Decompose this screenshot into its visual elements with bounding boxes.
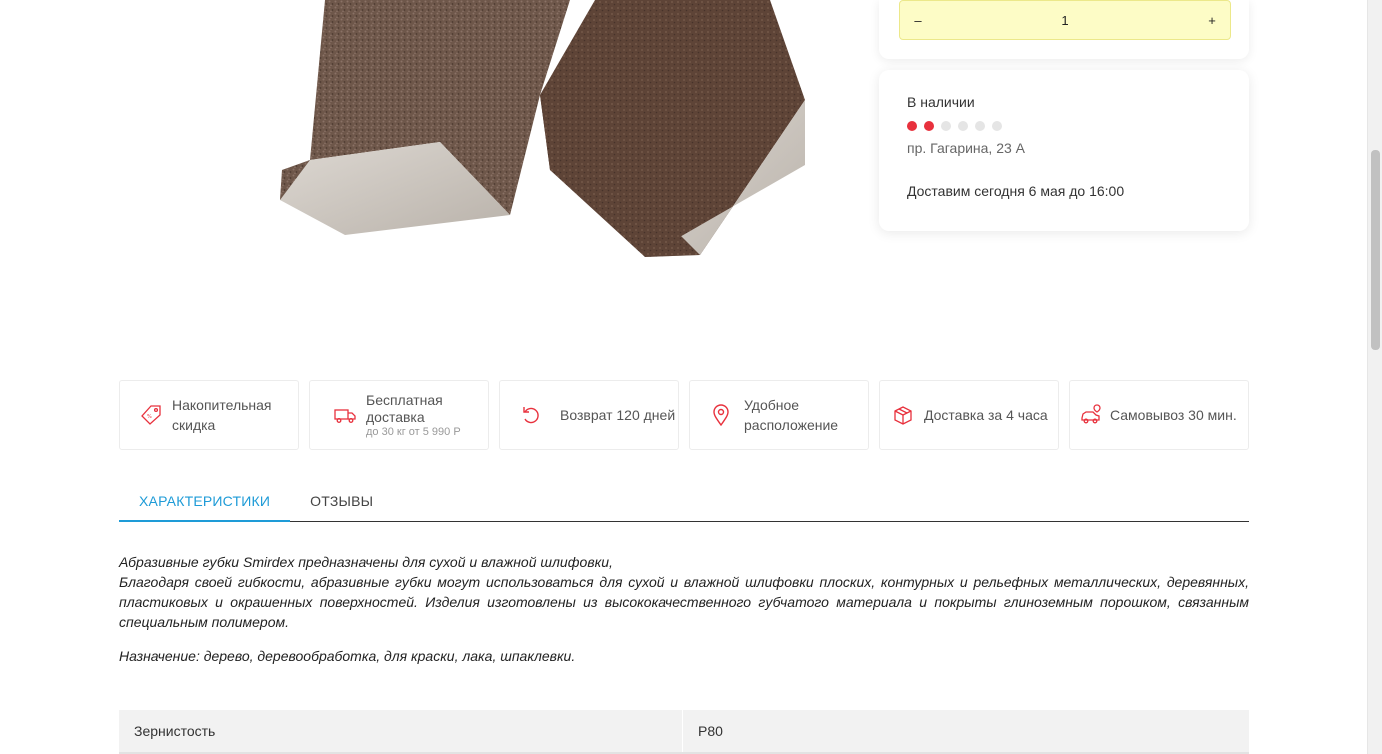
availability-card: В наличии пр. Гагарина, 23 А Доставим се… <box>879 70 1249 231</box>
increase-button[interactable]: + <box>1194 1 1230 39</box>
tab-reviews[interactable]: ОТЗЫВЫ <box>290 482 393 522</box>
feature-label: Удобное расположение <box>744 397 839 433</box>
description-purpose: Назначение: дерево, деревообработка, для… <box>119 648 576 664</box>
feature-return[interactable]: Возврат 120 дней <box>499 380 679 450</box>
stock-dot <box>907 121 917 131</box>
spec-value: P80 <box>698 723 723 739</box>
location-pin-icon <box>710 404 732 426</box>
feature-label: Накопительная скидка <box>172 397 272 433</box>
feature-pickup[interactable]: Самовывоз 30 мин. <box>1069 380 1249 450</box>
svg-text:%: % <box>147 414 152 420</box>
delivery-estimate: Доставим сегодня 6 мая до 16:00 <box>907 183 1125 199</box>
stock-dot <box>958 121 968 131</box>
quantity-value[interactable]: 1 <box>936 13 1194 28</box>
description-intro: Абразивные губки Smirdex предназначены д… <box>119 554 613 570</box>
quantity-stepper[interactable]: – 1 + <box>899 0 1231 40</box>
feature-location[interactable]: Удобное расположение <box>689 380 869 450</box>
return-arrow-icon <box>520 404 542 426</box>
stock-dot <box>941 121 951 131</box>
product-image <box>250 0 830 340</box>
spec-name: Зернистость <box>119 710 683 752</box>
quantity-card: – 1 + <box>879 0 1249 59</box>
description-body: Благодаря своей гибкости, абразивные губ… <box>119 574 1249 630</box>
feature-label: Доставка за 4 часа <box>924 407 1048 423</box>
feature-label: Возврат 120 дней <box>560 407 676 423</box>
features-row: % Накопительная скидка Бесплатная достав… <box>119 380 1249 450</box>
pickup-car-icon <box>1080 404 1102 426</box>
feature-free-delivery[interactable]: Бесплатная доставка до 30 кг от 5 990 Р <box>309 380 489 450</box>
stock-dot <box>975 121 985 131</box>
feature-fast-delivery[interactable]: Доставка за 4 часа <box>879 380 1059 450</box>
package-box-icon <box>892 404 914 426</box>
page-scrollbar[interactable] <box>1367 0 1382 754</box>
availability-status: В наличии <box>907 94 975 110</box>
feature-label: Самовывоз 30 мин. <box>1110 407 1237 423</box>
decrease-button[interactable]: – <box>900 1 936 39</box>
store-address[interactable]: пр. Гагарина, 23 А <box>907 140 1221 156</box>
stock-level-indicator <box>907 121 1221 131</box>
product-tabs: ХАРАКТЕРИСТИКИ ОТЗЫВЫ <box>119 482 1249 522</box>
specs-table-row: Зернистость P80 <box>119 710 1249 754</box>
product-description: Абразивные губки Smirdex предназначены д… <box>119 552 1249 680</box>
feature-label: Бесплатная доставка до 30 кг от 5 990 Р <box>366 392 461 438</box>
feature-discount[interactable]: % Накопительная скидка <box>119 380 299 450</box>
tab-characteristics[interactable]: ХАРАКТЕРИСТИКИ <box>119 482 291 522</box>
discount-tag-icon: % <box>140 404 162 426</box>
scrollbar-thumb[interactable] <box>1371 150 1380 350</box>
stock-dot <box>924 121 934 131</box>
free-delivery-truck-icon <box>334 404 356 426</box>
stock-dot <box>992 121 1002 131</box>
